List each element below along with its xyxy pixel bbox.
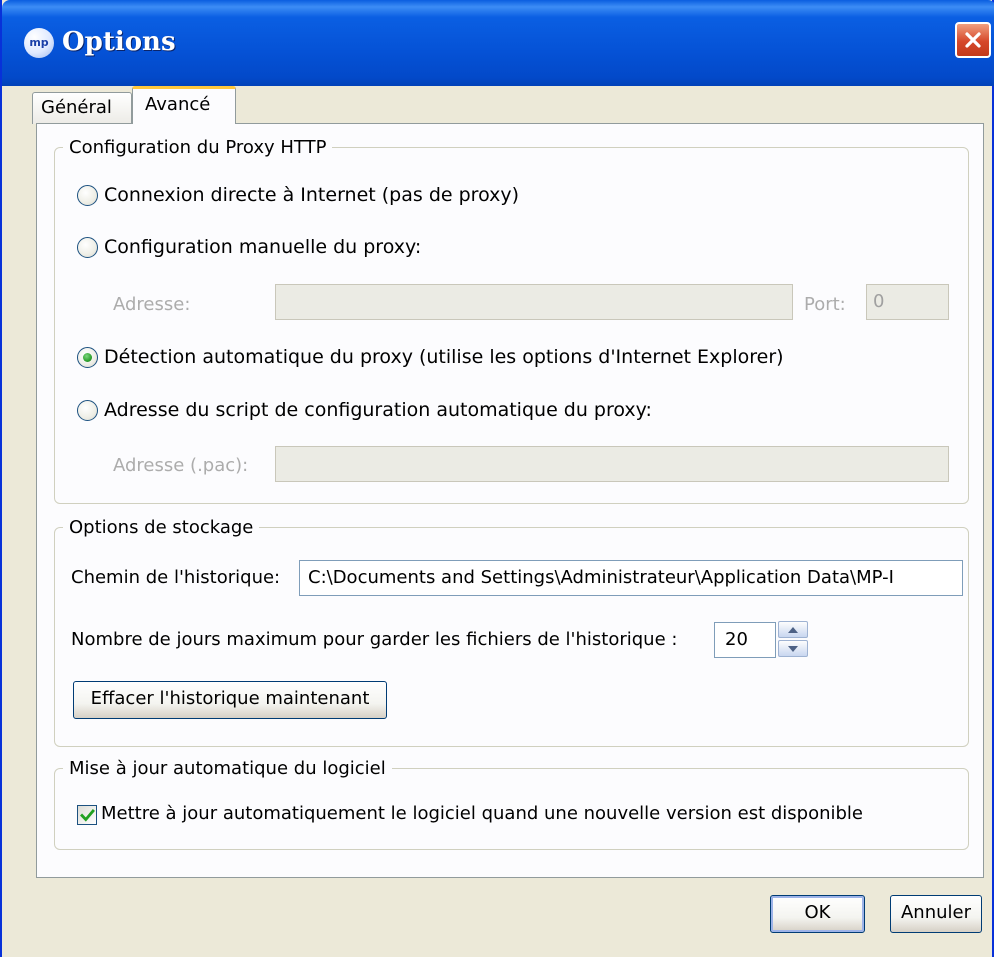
title-bar[interactable]: mp Options (2, 0, 994, 86)
port-input[interactable]: 0 (866, 284, 949, 320)
proxy-config-legend: Configuration du Proxy HTTP (69, 137, 327, 158)
pac-address-input[interactable] (275, 446, 949, 482)
auto-update-checkbox[interactable] (77, 805, 97, 825)
max-days-stepper (778, 621, 812, 659)
history-path-input[interactable]: C:\Documents and Settings\Administrateur… (299, 560, 963, 596)
options-dialog: mp Options Général Avancé Configuration … (0, 0, 994, 957)
max-days-decrement-button[interactable] (778, 640, 808, 657)
storage-options-legend: Options de stockage (69, 517, 254, 538)
arrow-down-icon (788, 646, 798, 652)
tab-general[interactable]: Général (32, 92, 132, 124)
app-logo-icon: mp (24, 28, 54, 58)
ok-button[interactable]: OK (770, 895, 865, 933)
pac-address-label: Adresse (.pac): (113, 455, 249, 476)
auto-update-legend: Mise à jour automatique du logiciel (69, 758, 386, 779)
radio-auto-detect-label[interactable]: Détection automatique du proxy (utilise … (104, 346, 784, 368)
clear-history-button[interactable]: Effacer l'historique maintenant (73, 681, 387, 719)
radio-manual-proxy[interactable] (77, 237, 98, 258)
radio-auto-detect[interactable] (77, 347, 98, 368)
cancel-button[interactable]: Annuler (890, 895, 982, 933)
max-days-input[interactable]: 20 (714, 622, 776, 658)
max-days-label: Nombre de jours maximum pour garder les … (71, 629, 678, 650)
window-title: Options (62, 27, 176, 57)
tab-avance[interactable]: Avancé (132, 86, 236, 124)
port-label: Port: (804, 294, 846, 315)
radio-selected-dot (83, 353, 92, 362)
history-path-label: Chemin de l'historique: (71, 567, 281, 588)
radio-pac-script[interactable] (77, 400, 98, 421)
radio-direct-connection-label[interactable]: Connexion directe à Internet (pas de pro… (104, 184, 519, 206)
checkmark-icon (80, 809, 95, 822)
radio-pac-script-label[interactable]: Adresse du script de configuration autom… (104, 399, 652, 421)
radio-direct-connection[interactable] (77, 185, 98, 206)
tab-panel-advanced: Configuration du Proxy HTTP Connexion di… (36, 123, 984, 878)
address-label: Adresse: (113, 294, 191, 315)
close-icon (965, 32, 981, 48)
auto-update-label[interactable]: Mettre à jour automatiquement le logicie… (101, 803, 863, 824)
radio-manual-proxy-label[interactable]: Configuration manuelle du proxy: (104, 236, 421, 258)
arrow-up-icon (788, 627, 798, 633)
address-input[interactable] (275, 284, 793, 320)
max-days-increment-button[interactable] (778, 621, 808, 638)
close-button[interactable] (955, 22, 991, 58)
